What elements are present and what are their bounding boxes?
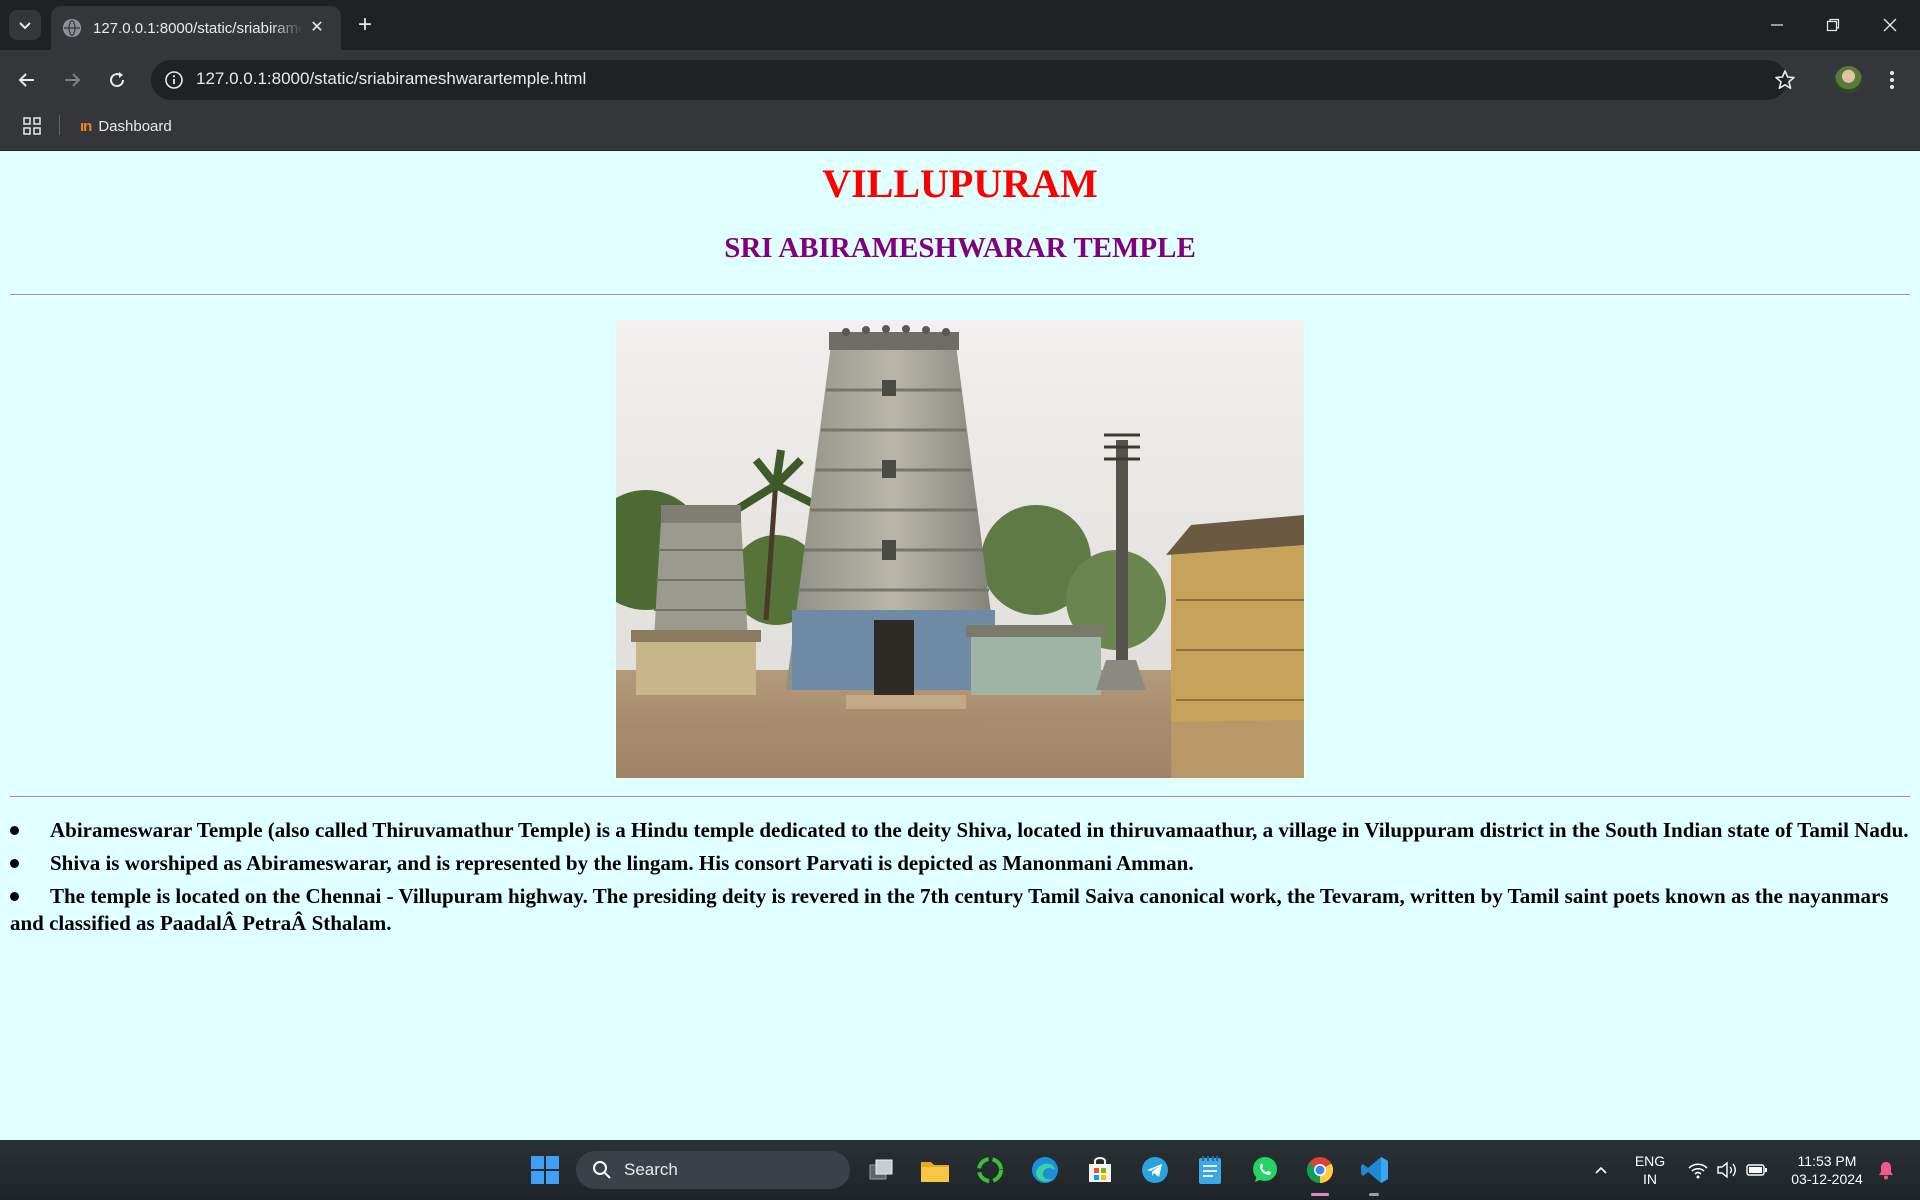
list-item: Shiva is worshiped as Abirameswarar, and… [10,850,1910,877]
notification-bell-icon[interactable] [1872,1151,1900,1189]
file-explorer-icon[interactable] [916,1151,954,1189]
globe-icon [63,19,81,37]
active-tab[interactable]: 127.0.0.1:8000/static/sriabirameshwarart… [51,6,341,50]
arrow-right-icon [65,73,81,87]
back-button[interactable] [11,64,43,96]
edge-icon[interactable] [1026,1151,1064,1189]
reload-button[interactable] [101,64,133,96]
bookmarks-divider [59,115,60,135]
restore-button[interactable] [1813,10,1853,40]
bookmark-label: Dashboard [98,117,172,135]
url-text[interactable]: 127.0.0.1:8000/static/sriabirameshwarart… [196,67,586,91]
close-window-button[interactable] [1870,10,1910,40]
more-menu-icon[interactable] [1880,66,1904,94]
dashboard-logo-icon: ın [80,117,92,135]
vscode-open-indicator [1369,1193,1379,1196]
region-code: IN [1643,1171,1657,1187]
tab-search-button[interactable] [9,10,41,40]
bookmark-dashboard[interactable]: ın Dashboard [80,114,172,138]
chrome-active-indicator [1311,1193,1329,1196]
page-title: VILLUPURAM [822,161,1098,206]
windows-start-icon[interactable] [526,1151,564,1189]
chevron-down-icon [19,22,31,30]
sync-app-icon[interactable] [971,1151,1009,1189]
store-icon[interactable] [1081,1151,1119,1189]
apps-grid-icon[interactable] [22,116,42,136]
clock[interactable]: 11:53 PM 03-12-2024 [1780,1152,1874,1188]
list-item: Abirameswarar Temple (also called Thiruv… [10,817,1910,844]
temple-photo [616,320,1304,778]
chevron-up-icon[interactable] [1584,1151,1618,1189]
volume-icon[interactable] [1713,1151,1741,1189]
close-icon [1883,18,1897,32]
chrome-icon[interactable] [1301,1151,1339,1189]
taskbar-search[interactable]: Search [576,1151,850,1189]
reload-icon [110,72,125,88]
bottom-divider [10,796,1910,798]
battery-icon[interactable] [1743,1151,1771,1189]
list-item: The temple is located on the Chennai - V… [10,883,1910,937]
close-tab-icon[interactable]: ✕ [307,18,327,38]
wifi-icon[interactable] [1684,1151,1712,1189]
notepad-icon[interactable] [1191,1151,1229,1189]
bookmarks-bar [0,108,1920,150]
task-view-icon[interactable] [862,1151,900,1189]
profile-avatar[interactable] [1835,66,1862,93]
arrow-left-icon [18,73,34,87]
page-subtitle: SRI ABIRAMESHWARAR TEMPLE [724,232,1196,264]
top-divider [10,294,1910,296]
minimize-button[interactable] [1757,10,1797,40]
search-label: Search [624,1160,678,1179]
forward-button[interactable] [56,64,88,96]
bookmark-star-icon[interactable] [1771,66,1799,94]
tab-title: 127.0.0.1:8000/static/sriabirameshwarart… [93,19,303,37]
whatsapp-icon[interactable] [1246,1151,1284,1189]
search-icon [593,1161,611,1179]
site-info-icon[interactable] [162,68,186,92]
vscode-icon[interactable] [1356,1151,1394,1189]
new-tab-button[interactable]: + [354,12,376,38]
language-code: ENG [1634,1153,1666,1169]
restore-icon [1826,18,1840,32]
telegram-icon[interactable] [1136,1151,1174,1189]
facts-list: Abirameswarar Temple (also called Thiruv… [10,817,1910,943]
minimize-icon [1771,24,1783,26]
web-page: VILLUPURAM SRI ABIRAMESHWARAR TEMPLE Abi… [0,151,1920,1140]
clock-date: 03-12-2024 [1791,1171,1863,1187]
language-indicator[interactable]: ENG IN [1630,1152,1670,1188]
clock-time: 11:53 PM [1797,1153,1857,1169]
